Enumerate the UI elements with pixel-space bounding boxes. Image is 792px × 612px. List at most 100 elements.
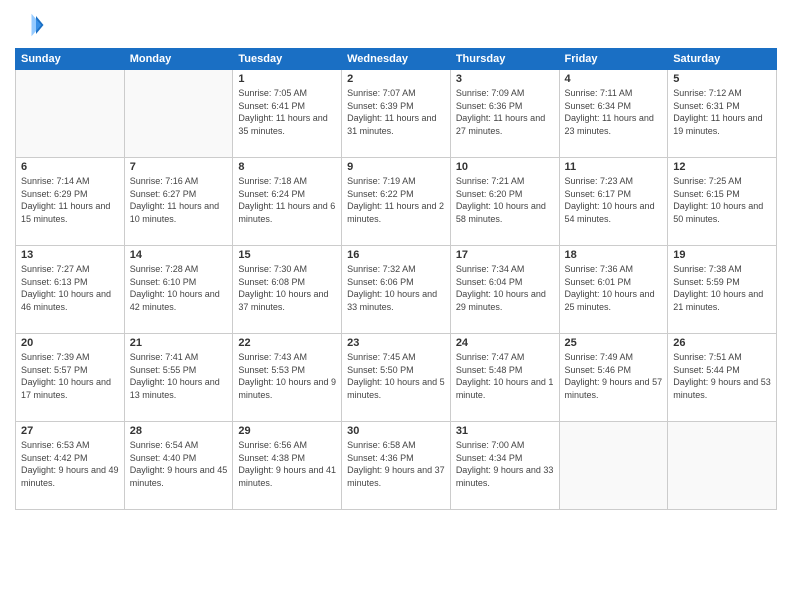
day-number: 16 xyxy=(347,249,445,261)
calendar-cell: 7Sunrise: 7:16 AMSunset: 6:27 PMDaylight… xyxy=(124,158,233,246)
calendar-cell: 19 Sunrise: 7:38 AMSunset: 5:59 PMDayligh… xyxy=(668,246,777,334)
calendar-cell: 2 Sunrise: 7:07 AMSunset: 6:39 PMDaylight… xyxy=(342,70,451,158)
calendar-cell: 29 Sunrise: 6:56 AMSunset: 4:38 PMDayligh… xyxy=(233,422,342,510)
calendar-week-row: 27 Sunrise: 6:53 AMSunset: 4:42 PMDayligh… xyxy=(16,422,777,510)
calendar-week-row: 13 Sunrise: 7:27 AMSunset: 6:13 PMDayligh… xyxy=(16,246,777,334)
calendar-cell: 18 Sunrise: 7:36 AMSunset: 6:01 PMDayligh… xyxy=(559,246,668,334)
calendar-day-header: Thursday xyxy=(450,49,559,70)
day-number: 14 xyxy=(130,249,228,261)
day-info: Sunrise: 7:36 AMSunset: 6:01 PMDaylight:… xyxy=(565,263,663,313)
calendar-week-row: 1Sunrise: 7:05 AMSunset: 6:41 PMDaylight… xyxy=(16,70,777,158)
day-info: Sunrise: 7:27 AMSunset: 6:13 PMDaylight:… xyxy=(21,263,119,313)
calendar-day-header: Monday xyxy=(124,49,233,70)
calendar-cell: 4Sunrise: 7:11 AMSunset: 6:34 PMDaylight… xyxy=(559,70,668,158)
day-info: Sunrise: 7:14 AMSunset: 6:29 PMDaylight:… xyxy=(21,175,119,225)
calendar-cell xyxy=(124,70,233,158)
calendar-cell: 26 Sunrise: 7:51 AMSunset: 5:44 PMDayligh… xyxy=(668,334,777,422)
day-info: Sunrise: 7:23 AMSunset: 6:17 PMDaylight:… xyxy=(565,175,663,225)
day-info: Sunrise: 7:43 AMSunset: 5:53 PMDaylight:… xyxy=(238,351,336,401)
day-info: Sunrise: 7:18 AMSunset: 6:24 PMDaylight:… xyxy=(238,175,336,225)
day-info: Sunrise: 7:30 AMSunset: 6:08 PMDaylight:… xyxy=(238,263,336,313)
day-info: Sunrise: 7:05 AMSunset: 6:41 PMDaylight:… xyxy=(238,87,336,137)
day-number: 22 xyxy=(238,337,336,349)
calendar-day-header: Sunday xyxy=(16,49,125,70)
calendar-cell: 12 Sunrise: 7:25 AMSunset: 6:15 PMDayligh… xyxy=(668,158,777,246)
day-info: Sunrise: 6:58 AMSunset: 4:36 PMDaylight:… xyxy=(347,439,445,489)
day-number: 8 xyxy=(238,161,336,173)
calendar-cell: 8 Sunrise: 7:18 AMSunset: 6:24 PMDaylight… xyxy=(233,158,342,246)
calendar-cell: 13 Sunrise: 7:27 AMSunset: 6:13 PMDayligh… xyxy=(16,246,125,334)
day-info: Sunrise: 7:41 AMSunset: 5:55 PMDaylight:… xyxy=(130,351,228,401)
day-info: Sunrise: 6:56 AMSunset: 4:38 PMDaylight:… xyxy=(238,439,336,489)
logo-icon xyxy=(15,10,45,40)
day-number: 19 xyxy=(673,249,771,261)
day-number: 11 xyxy=(565,161,663,173)
day-number: 9 xyxy=(347,161,445,173)
calendar-cell: 22 Sunrise: 7:43 AMSunset: 5:53 PMDayligh… xyxy=(233,334,342,422)
calendar-cell xyxy=(16,70,125,158)
day-number: 4 xyxy=(565,73,663,85)
calendar-header-row: SundayMondayTuesdayWednesdayThursdayFrid… xyxy=(16,49,777,70)
calendar-cell: 27 Sunrise: 6:53 AMSunset: 4:42 PMDayligh… xyxy=(16,422,125,510)
calendar-day-header: Tuesday xyxy=(233,49,342,70)
day-number: 29 xyxy=(238,425,336,437)
header xyxy=(15,10,777,40)
calendar-cell: 6Sunrise: 7:14 AMSunset: 6:29 PMDaylight… xyxy=(16,158,125,246)
day-info: Sunrise: 7:39 AMSunset: 5:57 PMDaylight:… xyxy=(21,351,119,401)
day-number: 30 xyxy=(347,425,445,437)
calendar-cell: 5 Sunrise: 7:12 AMSunset: 6:31 PMDaylight… xyxy=(668,70,777,158)
day-number: 12 xyxy=(673,161,771,173)
day-info: Sunrise: 7:09 AMSunset: 6:36 PMDaylight:… xyxy=(456,87,554,137)
calendar-cell: 9 Sunrise: 7:19 AMSunset: 6:22 PMDaylight… xyxy=(342,158,451,246)
calendar-day-header: Wednesday xyxy=(342,49,451,70)
calendar-week-row: 20 Sunrise: 7:39 AMSunset: 5:57 PMDayligh… xyxy=(16,334,777,422)
calendar-cell: 10Sunrise: 7:21 AMSunset: 6:20 PMDayligh… xyxy=(450,158,559,246)
day-number: 26 xyxy=(673,337,771,349)
day-number: 2 xyxy=(347,73,445,85)
day-number: 21 xyxy=(130,337,228,349)
logo xyxy=(15,10,47,40)
day-info: Sunrise: 7:28 AMSunset: 6:10 PMDaylight:… xyxy=(130,263,228,313)
day-number: 13 xyxy=(21,249,119,261)
calendar: SundayMondayTuesdayWednesdayThursdayFrid… xyxy=(15,48,777,510)
calendar-cell xyxy=(559,422,668,510)
day-info: Sunrise: 7:34 AMSunset: 6:04 PMDaylight:… xyxy=(456,263,554,313)
day-info: Sunrise: 7:21 AMSunset: 6:20 PMDaylight:… xyxy=(456,175,554,225)
calendar-cell: 14 Sunrise: 7:28 AMSunset: 6:10 PMDayligh… xyxy=(124,246,233,334)
day-number: 28 xyxy=(130,425,228,437)
calendar-week-row: 6Sunrise: 7:14 AMSunset: 6:29 PMDaylight… xyxy=(16,158,777,246)
day-info: Sunrise: 7:51 AMSunset: 5:44 PMDaylight:… xyxy=(673,351,771,401)
calendar-cell: 16 Sunrise: 7:32 AMSunset: 6:06 PMDayligh… xyxy=(342,246,451,334)
day-number: 3 xyxy=(456,73,554,85)
day-number: 15 xyxy=(238,249,336,261)
day-info: Sunrise: 7:16 AMSunset: 6:27 PMDaylight:… xyxy=(130,175,228,225)
day-info: Sunrise: 7:12 AMSunset: 6:31 PMDaylight:… xyxy=(673,87,771,137)
day-info: Sunrise: 7:45 AMSunset: 5:50 PMDaylight:… xyxy=(347,351,445,401)
calendar-cell: 31Sunrise: 7:00 AMSunset: 4:34 PMDayligh… xyxy=(450,422,559,510)
day-info: Sunrise: 7:07 AMSunset: 6:39 PMDaylight:… xyxy=(347,87,445,137)
day-number: 25 xyxy=(565,337,663,349)
day-info: Sunrise: 7:32 AMSunset: 6:06 PMDaylight:… xyxy=(347,263,445,313)
calendar-cell: 24Sunrise: 7:47 AMSunset: 5:48 PMDayligh… xyxy=(450,334,559,422)
page: SundayMondayTuesdayWednesdayThursdayFrid… xyxy=(0,0,792,612)
day-number: 18 xyxy=(565,249,663,261)
day-info: Sunrise: 6:53 AMSunset: 4:42 PMDaylight:… xyxy=(21,439,119,489)
day-number: 24 xyxy=(456,337,554,349)
calendar-day-header: Friday xyxy=(559,49,668,70)
calendar-cell: 30 Sunrise: 6:58 AMSunset: 4:36 PMDayligh… xyxy=(342,422,451,510)
day-number: 5 xyxy=(673,73,771,85)
day-number: 23 xyxy=(347,337,445,349)
calendar-cell: 11 Sunrise: 7:23 AMSunset: 6:17 PMDayligh… xyxy=(559,158,668,246)
day-info: Sunrise: 7:25 AMSunset: 6:15 PMDaylight:… xyxy=(673,175,771,225)
day-number: 20 xyxy=(21,337,119,349)
calendar-cell: 1Sunrise: 7:05 AMSunset: 6:41 PMDaylight… xyxy=(233,70,342,158)
calendar-cell: 28Sunrise: 6:54 AMSunset: 4:40 PMDayligh… xyxy=(124,422,233,510)
calendar-cell: 21 Sunrise: 7:41 AMSunset: 5:55 PMDayligh… xyxy=(124,334,233,422)
day-info: Sunrise: 7:19 AMSunset: 6:22 PMDaylight:… xyxy=(347,175,445,225)
calendar-cell: 23 Sunrise: 7:45 AMSunset: 5:50 PMDayligh… xyxy=(342,334,451,422)
calendar-cell: 20 Sunrise: 7:39 AMSunset: 5:57 PMDayligh… xyxy=(16,334,125,422)
day-info: Sunrise: 7:49 AMSunset: 5:46 PMDaylight:… xyxy=(565,351,663,401)
day-number: 27 xyxy=(21,425,119,437)
calendar-cell: 25 Sunrise: 7:49 AMSunset: 5:46 PMDayligh… xyxy=(559,334,668,422)
day-info: Sunrise: 7:38 AMSunset: 5:59 PMDaylight:… xyxy=(673,263,771,313)
